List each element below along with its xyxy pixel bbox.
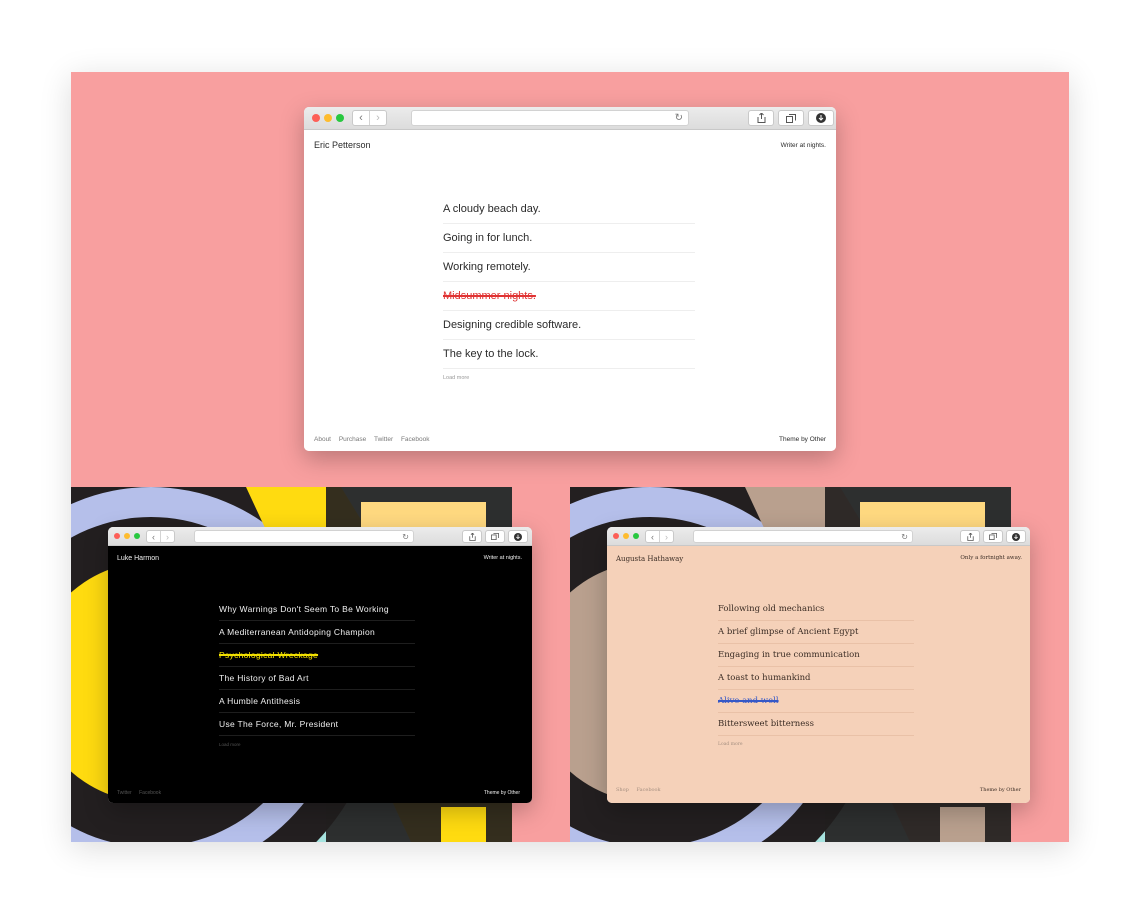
- theme-credit[interactable]: Theme by Other: [980, 787, 1021, 793]
- reload-icon[interactable]: ↻: [901, 532, 908, 541]
- site-name[interactable]: Augusta Hathaway: [616, 555, 683, 563]
- post-item-struck[interactable]: Psychological Wreckage: [219, 644, 415, 667]
- footer-link-facebook[interactable]: Facebook: [401, 436, 430, 443]
- post-item[interactable]: Bittersweet bitterness: [718, 713, 914, 736]
- address-bar[interactable]: ↻: [693, 530, 913, 543]
- post-item[interactable]: A cloudy beach day.: [443, 195, 695, 224]
- reload-icon[interactable]: ↻: [675, 113, 683, 124]
- site-name[interactable]: Luke Harmon: [117, 555, 159, 562]
- maximize-dot[interactable]: [336, 114, 344, 122]
- pattern-block-yellow: [441, 807, 486, 842]
- download-icon: [816, 113, 826, 123]
- minimize-dot[interactable]: [124, 533, 130, 539]
- post-item[interactable]: The key to the lock.: [443, 340, 695, 369]
- share-button[interactable]: [960, 530, 980, 543]
- post-list: Why Warnings Don't Seem To Be Working A …: [219, 598, 415, 736]
- theme-credit[interactable]: Theme by Other: [779, 436, 826, 443]
- minimize-dot[interactable]: [623, 533, 629, 539]
- footer-link-facebook[interactable]: Facebook: [139, 790, 161, 796]
- share-button[interactable]: [462, 530, 482, 543]
- maximize-dot[interactable]: [633, 533, 639, 539]
- download-icon: [1012, 532, 1020, 541]
- post-item[interactable]: A brief glimpse of Ancient Egypt: [718, 621, 914, 644]
- tabs-button[interactable]: [778, 110, 804, 126]
- post-item[interactable]: Use The Force, Mr. President: [219, 713, 415, 736]
- forward-button[interactable]: ›: [369, 111, 386, 125]
- close-dot[interactable]: [114, 533, 120, 539]
- post-item[interactable]: Working remotely.: [443, 253, 695, 282]
- tabs-icon: [491, 533, 499, 540]
- tabs-button[interactable]: [485, 530, 505, 543]
- site-tagline: Only a fortnight away.: [960, 555, 1022, 561]
- tabs-icon: [786, 113, 796, 123]
- load-more-link[interactable]: Load more: [443, 375, 469, 381]
- download-icon: [514, 532, 522, 541]
- forward-button[interactable]: ›: [659, 531, 673, 542]
- site-tagline: Writer at nights.: [780, 142, 826, 149]
- pattern-block-taupe: [940, 807, 985, 842]
- browser-toolbar: ‹ › ↻: [108, 527, 532, 546]
- post-item[interactable]: Following old mechanics: [718, 598, 914, 621]
- tabs-button[interactable]: [983, 530, 1003, 543]
- post-item[interactable]: The History of Bad Art: [219, 667, 415, 690]
- forward-button[interactable]: ›: [160, 531, 174, 542]
- browser-toolbar: ‹ › ↻: [607, 527, 1030, 546]
- share-icon: [757, 113, 765, 123]
- nav-buttons: ‹ ›: [146, 530, 175, 543]
- share-icon: [966, 532, 974, 541]
- share-icon: [468, 532, 476, 541]
- address-bar[interactable]: ↻: [411, 110, 689, 126]
- site-name[interactable]: Eric Petterson: [314, 140, 371, 150]
- footer-link-twitter[interactable]: Twitter: [117, 790, 132, 796]
- showcase-canvas: ‹ › ↻ Eric Petterson Writer at nights. A…: [71, 72, 1069, 842]
- reload-icon[interactable]: ↻: [402, 532, 409, 541]
- site-tagline: Writer at nights.: [483, 555, 522, 561]
- footer-links: Shop Facebook: [616, 787, 667, 793]
- close-dot[interactable]: [312, 114, 320, 122]
- download-button[interactable]: [508, 530, 528, 543]
- footer-link-about[interactable]: About: [314, 436, 331, 443]
- footer-links: Twitter Facebook: [117, 790, 167, 796]
- footer-links: About Purchase Twitter Facebook: [314, 436, 436, 443]
- post-item[interactable]: Going in for lunch.: [443, 224, 695, 253]
- post-list: Following old mechanics A brief glimpse …: [718, 598, 914, 736]
- post-item[interactable]: Engaging in true communication: [718, 644, 914, 667]
- post-item[interactable]: A Humble Antithesis: [219, 690, 415, 713]
- post-list: A cloudy beach day. Going in for lunch. …: [443, 195, 695, 369]
- tabs-icon: [989, 533, 997, 540]
- theme-credit[interactable]: Theme by Other: [484, 790, 520, 796]
- load-more-link[interactable]: Load more: [718, 742, 742, 747]
- post-item-struck[interactable]: Midsummer nights.: [443, 282, 695, 311]
- page-content: Luke Harmon Writer at nights. Why Warnin…: [108, 546, 532, 803]
- share-button[interactable]: [748, 110, 774, 126]
- back-button[interactable]: ‹: [147, 531, 160, 542]
- load-more-link[interactable]: Load more: [219, 742, 241, 747]
- post-item[interactable]: Why Warnings Don't Seem To Be Working: [219, 598, 415, 621]
- browser-window-augusta: ‹ › ↻ Augusta Hathaway Only a fortnight …: [607, 527, 1030, 803]
- footer-link-facebook[interactable]: Facebook: [636, 787, 660, 793]
- browser-window-eric: ‹ › ↻ Eric Petterson Writer at nights. A…: [304, 107, 836, 451]
- download-button[interactable]: [1006, 530, 1026, 543]
- footer-link-shop[interactable]: Shop: [616, 787, 629, 793]
- footer-link-twitter[interactable]: Twitter: [374, 436, 393, 443]
- post-item[interactable]: A Mediterranean Antidoping Champion: [219, 621, 415, 644]
- page-content: Eric Petterson Writer at nights. A cloud…: [304, 130, 836, 451]
- post-item[interactable]: A toast to humankind: [718, 667, 914, 690]
- nav-buttons: ‹ ›: [352, 110, 387, 126]
- download-button[interactable]: [808, 110, 834, 126]
- maximize-dot[interactable]: [134, 533, 140, 539]
- post-item[interactable]: Designing credible software.: [443, 311, 695, 340]
- minimize-dot[interactable]: [324, 114, 332, 122]
- back-button[interactable]: ‹: [353, 111, 369, 125]
- address-bar[interactable]: ↻: [194, 530, 414, 543]
- back-button[interactable]: ‹: [646, 531, 659, 542]
- page-content: Augusta Hathaway Only a fortnight away. …: [607, 546, 1030, 803]
- browser-window-luke: ‹ › ↻ Luke Harmon Writer at nights. Why …: [108, 527, 532, 803]
- browser-toolbar: ‹ › ↻: [304, 107, 836, 130]
- nav-buttons: ‹ ›: [645, 530, 674, 543]
- footer-link-purchase[interactable]: Purchase: [339, 436, 366, 443]
- post-item-struck[interactable]: Alive and well: [718, 690, 914, 713]
- close-dot[interactable]: [613, 533, 619, 539]
